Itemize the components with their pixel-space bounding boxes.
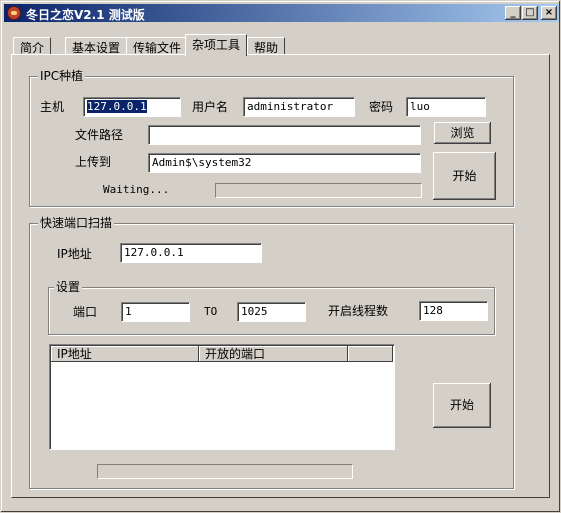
column-open-ports[interactable]: 开放的端口 xyxy=(199,346,348,362)
ipc-status-text: Waiting... xyxy=(103,183,170,196)
tab-intro[interactable]: 简介 xyxy=(13,37,52,55)
threads-input[interactable]: 128 xyxy=(419,301,488,321)
ip-address-label: IP地址 xyxy=(57,247,92,261)
ipc-progress-bar xyxy=(215,183,422,198)
filepath-input[interactable] xyxy=(148,125,421,145)
host-value: 127.0.0.1 xyxy=(87,100,147,113)
filepath-label: 文件路径 xyxy=(75,128,124,142)
main-window: 冬日之恋V2.1 测试版 _ □ × 简介 基本设置 传输文件 杂项工具 帮助 … xyxy=(0,0,561,513)
title-bar[interactable]: 冬日之恋V2.1 测试版 _ □ × xyxy=(4,4,559,22)
upload-to-input[interactable]: Admin$\system32 xyxy=(148,153,421,173)
port-from-input[interactable]: 1 xyxy=(121,302,190,322)
ipc-group: IPC种植 主机 127.0.0.1 用户名 administrator 密码 … xyxy=(29,69,514,207)
app-icon xyxy=(7,6,21,20)
ipc-start-button[interactable]: 开始 xyxy=(433,152,496,200)
to-label: TO xyxy=(204,305,218,318)
port-scan-group: 快速端口扫描 IP地址 127.0.0.1 设置 端口 1 TO 1025 开启… xyxy=(29,216,514,489)
tab-basic-settings[interactable]: 基本设置 xyxy=(65,37,128,55)
ipc-group-title: IPC种植 xyxy=(38,69,86,83)
port-scan-group-title: 快速端口扫描 xyxy=(38,216,115,230)
host-input[interactable]: 127.0.0.1 xyxy=(83,97,181,117)
open-ports-list[interactable]: IP地址 开放的端口 xyxy=(49,344,395,450)
port-label: 端口 xyxy=(73,305,98,319)
host-label: 主机 xyxy=(40,100,65,114)
tab-file-transfer[interactable]: 传输文件 xyxy=(126,37,189,55)
window-title: 冬日之恋V2.1 测试版 xyxy=(26,8,145,22)
scan-progress-bar xyxy=(97,464,353,479)
upload-to-label: 上传到 xyxy=(75,155,112,169)
port-to-input[interactable]: 1025 xyxy=(237,302,306,322)
settings-group: 设置 端口 1 TO 1025 开启线程数 128 xyxy=(48,280,495,335)
tab-help[interactable]: 帮助 xyxy=(247,37,286,55)
ip-address-input[interactable]: 127.0.0.1 xyxy=(120,243,262,263)
maximize-button[interactable]: □ xyxy=(522,6,538,20)
close-button[interactable]: × xyxy=(541,6,557,20)
column-empty[interactable] xyxy=(348,346,393,362)
tab-misc-tools[interactable]: 杂项工具 xyxy=(185,34,248,56)
threads-label: 开启线程数 xyxy=(328,304,389,318)
settings-group-title: 设置 xyxy=(54,280,83,294)
username-input[interactable]: administrator xyxy=(243,97,355,117)
scan-start-button[interactable]: 开始 xyxy=(433,383,491,428)
password-input[interactable]: luo xyxy=(406,97,486,117)
password-label: 密码 xyxy=(369,100,394,114)
misc-tools-panel: IPC种植 主机 127.0.0.1 用户名 administrator 密码 … xyxy=(11,54,550,498)
username-label: 用户名 xyxy=(192,100,229,114)
column-ip-address[interactable]: IP地址 xyxy=(51,346,199,362)
minimize-button[interactable]: _ xyxy=(505,6,521,20)
browse-button[interactable]: 浏览 xyxy=(434,122,491,144)
